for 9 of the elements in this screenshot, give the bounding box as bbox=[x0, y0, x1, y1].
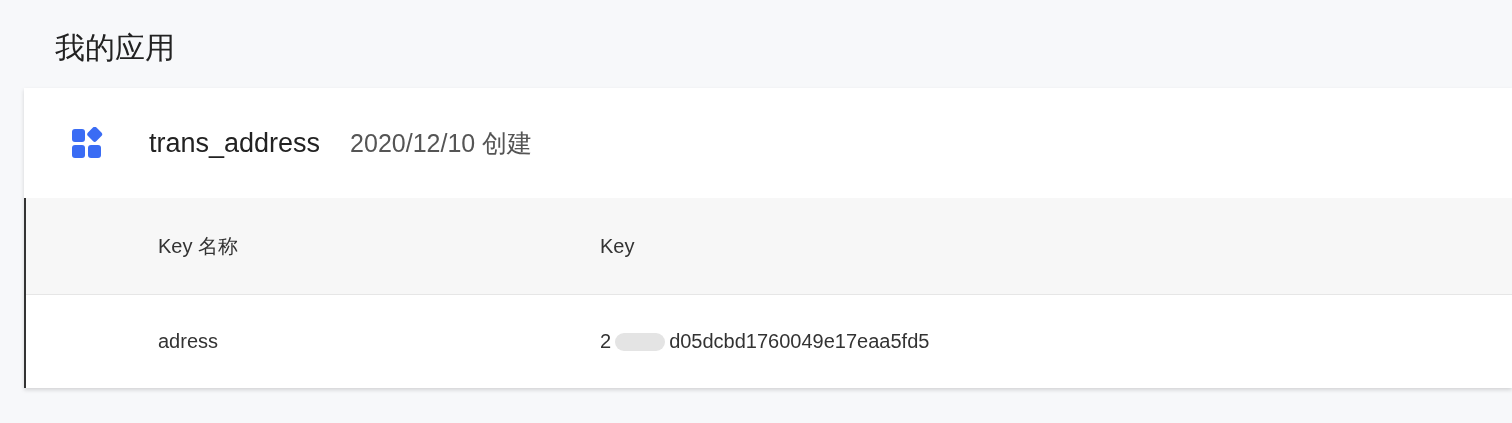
page-title: 我的应用 bbox=[54, 29, 176, 67]
key-prefix: 2 bbox=[600, 330, 612, 353]
column-header: Key 名称 bbox=[158, 233, 240, 259]
created-date: 2020/12/10 创建 bbox=[350, 127, 533, 159]
column-header: Key bbox=[600, 234, 636, 258]
key-value: d05dcbd1760049e17eaa5fd5 bbox=[669, 330, 930, 353]
app-grid-icon bbox=[71, 127, 103, 159]
app-name: trans_address bbox=[149, 127, 321, 159]
table-cell-text: adress bbox=[158, 330, 220, 353]
